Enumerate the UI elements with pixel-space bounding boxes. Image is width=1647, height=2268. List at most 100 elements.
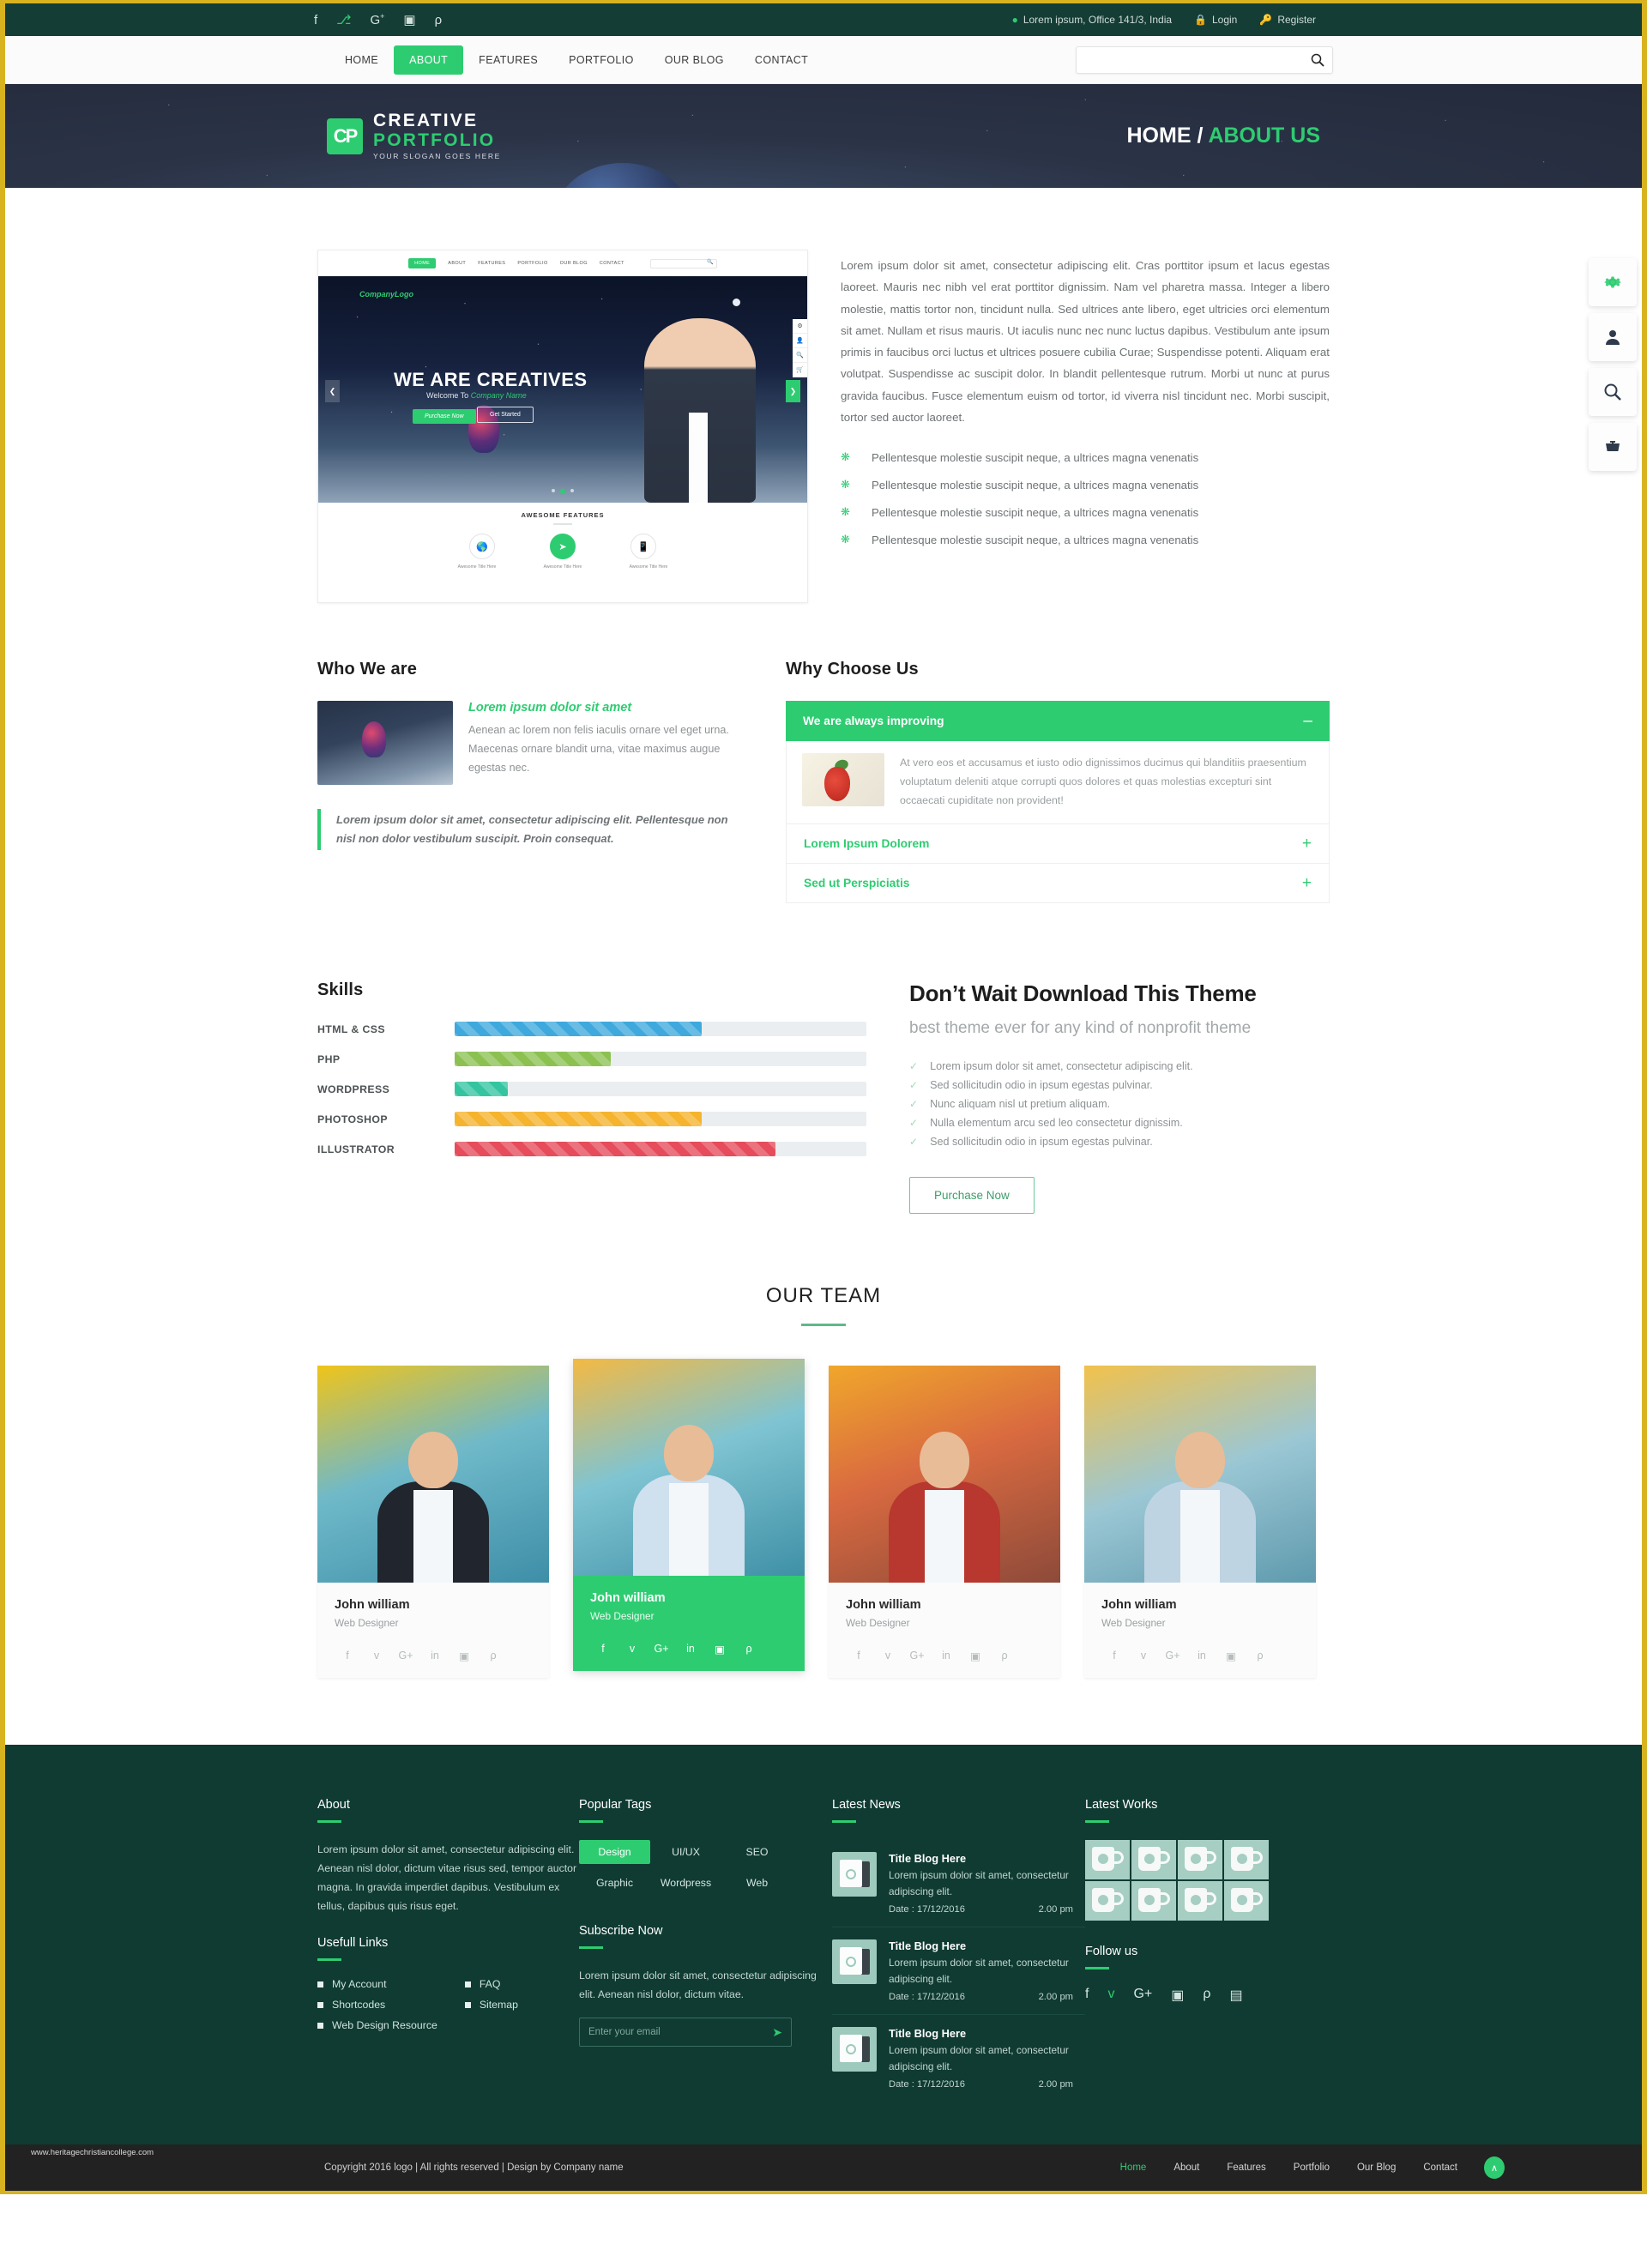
list-item[interactable]: Title Blog Here Lorem ipsum dolor sit am… xyxy=(832,2015,1085,2102)
accordion-header-open[interactable]: We are always improving – xyxy=(786,701,1330,741)
work-thumbnail[interactable] xyxy=(1224,1840,1269,1879)
pinterest-icon[interactable]: ρ xyxy=(734,1643,763,1656)
bottom-nav-home[interactable]: Home xyxy=(1120,2162,1147,2173)
team-card[interactable]: John william Web Designer f ᴠ G+ in ▣ ρ xyxy=(1084,1366,1316,1678)
bottom-nav-portfolio[interactable]: Portfolio xyxy=(1294,2162,1330,2173)
twitter-icon[interactable]: ᴠ xyxy=(362,1650,391,1662)
tag-graphic[interactable]: Graphic xyxy=(579,1871,650,1895)
team-card[interactable]: John william Web Designer f ᴠ G+ in ▣ ρ xyxy=(317,1366,549,1678)
team-card[interactable]: John william Web Designer f ᴠ G+ in ▣ ρ xyxy=(829,1366,1060,1678)
facebook-icon[interactable]: f xyxy=(1085,1987,1089,2004)
google-plus-icon[interactable]: G+ xyxy=(391,1650,420,1662)
mug-handle-icon xyxy=(1205,1851,1216,1864)
purchase-now-button[interactable]: Purchase Now xyxy=(909,1177,1035,1214)
list-item[interactable]: Web Design Resource xyxy=(317,2019,437,2031)
instagram-icon[interactable]: ▣ xyxy=(961,1650,990,1662)
tag-design[interactable]: Design xyxy=(579,1840,650,1864)
breadcrumb-home[interactable]: HOME xyxy=(1127,124,1192,148)
scroll-to-top-button[interactable]: ∧ xyxy=(1484,2156,1505,2179)
pinterest-icon[interactable]: ρ xyxy=(435,14,443,27)
work-thumbnail[interactable] xyxy=(1131,1840,1176,1879)
work-thumbnail[interactable] xyxy=(1131,1881,1176,1921)
team-member-info: John william Web Designer xyxy=(317,1583,549,1641)
skills-theme-section: Skills HTML & CSS PHP WORDPRESS PHOTOSHO… xyxy=(317,903,1330,1214)
basket-icon[interactable] xyxy=(1589,423,1637,471)
accordion-header-lorem[interactable]: Lorem Ipsum Dolorem + xyxy=(786,824,1330,864)
google-plus-icon[interactable]: G+ xyxy=(1133,1987,1152,2004)
pinterest-icon[interactable]: ρ xyxy=(990,1650,1019,1662)
news-time: 2.00 pm xyxy=(1038,2079,1073,2090)
list-item[interactable]: My Account xyxy=(317,1978,437,1990)
accordion-header-sed[interactable]: Sed ut Perspiciatis + xyxy=(786,864,1330,903)
email-field[interactable] xyxy=(588,2027,773,2037)
register-link[interactable]: 🔑 Register xyxy=(1259,14,1316,26)
tag-uiux[interactable]: UI/UX xyxy=(650,1840,721,1864)
list-item[interactable]: Title Blog Here Lorem ipsum dolor sit am… xyxy=(832,1927,1085,2015)
who-we-are-column: Who We are Lorem ipsum dolor sit amet Ae… xyxy=(317,660,746,903)
twitter-icon[interactable]: ᴠ xyxy=(1107,1987,1114,2004)
work-thumbnail[interactable] xyxy=(1224,1881,1269,1921)
twitter-icon[interactable]: ⎇ xyxy=(336,14,351,27)
tag-web[interactable]: Web xyxy=(721,1871,793,1895)
check-icon: ✓ xyxy=(909,1079,919,1091)
nav-item-about[interactable]: ABOUT xyxy=(394,45,464,75)
bottom-nav-contact[interactable]: Contact xyxy=(1423,2162,1457,2173)
pinterest-icon[interactable]: ρ xyxy=(1203,1987,1210,2004)
linkedin-icon[interactable]: in xyxy=(1187,1650,1216,1662)
search-icon[interactable] xyxy=(1589,368,1637,416)
search-input[interactable] xyxy=(1077,46,1303,73)
nav-item-our-blog[interactable]: OUR BLOG xyxy=(649,45,739,75)
twitter-icon[interactable]: ᴠ xyxy=(873,1650,902,1662)
nav-item-portfolio[interactable]: PORTFOLIO xyxy=(553,45,649,75)
login-link[interactable]: 🔒 Login xyxy=(1194,14,1237,26)
pinterest-icon[interactable]: ρ xyxy=(479,1650,508,1662)
instagram-icon[interactable]: ▣ xyxy=(449,1650,479,1662)
linkedin-icon[interactable]: in xyxy=(676,1643,705,1656)
twitter-icon[interactable]: ᴠ xyxy=(1129,1650,1158,1662)
page-root: f ⎇ G+ ▣ ρ ● Lorem ipsum, Office 141/3, … xyxy=(0,0,1647,2194)
twitter-icon[interactable]: ᴠ xyxy=(618,1643,647,1656)
instagram-icon[interactable]: ▣ xyxy=(1171,1987,1184,2004)
list-item[interactable]: FAQ xyxy=(464,1978,518,1990)
linkedin-icon[interactable]: in xyxy=(420,1650,449,1662)
mug-logo-icon xyxy=(1144,1854,1155,1864)
list-item[interactable]: Sitemap xyxy=(464,1999,518,2011)
mug-handle-icon xyxy=(1205,1892,1216,1905)
facebook-icon[interactable]: f xyxy=(1100,1650,1129,1662)
user-icon[interactable] xyxy=(1589,313,1637,361)
google-plus-icon[interactable]: G+ xyxy=(647,1643,676,1656)
nav-item-features[interactable]: FEATURES xyxy=(463,45,553,75)
instagram-icon[interactable]: ▣ xyxy=(705,1643,734,1656)
team-card[interactable]: John william Web Designer f ᴠ G+ in ▣ ρ xyxy=(573,1359,805,1671)
work-thumbnail[interactable] xyxy=(1085,1881,1130,1921)
bottom-nav-our-blog[interactable]: Our Blog xyxy=(1357,2162,1396,2173)
list-item[interactable]: Title Blog Here Lorem ipsum dolor sit am… xyxy=(832,1840,1085,1927)
google-plus-icon[interactable]: G+ xyxy=(902,1650,932,1662)
nav-item-contact[interactable]: CONTACT xyxy=(739,45,824,75)
work-thumbnail[interactable] xyxy=(1178,1840,1222,1879)
google-plus-icon[interactable]: G+ xyxy=(1158,1650,1187,1662)
pinterest-icon[interactable]: ρ xyxy=(1246,1650,1275,1662)
site-logo[interactable]: CP CREATIVE PORTFOLIO YOUR SLOGAN GOES H… xyxy=(327,112,501,160)
search-icon[interactable] xyxy=(1303,53,1332,67)
bottom-nav-features[interactable]: Features xyxy=(1227,2162,1265,2173)
google-plus-icon[interactable]: G+ xyxy=(370,13,384,27)
tag-seo[interactable]: SEO xyxy=(721,1840,793,1864)
rss-icon[interactable]: ▤ xyxy=(1229,1987,1242,2004)
work-thumbnail[interactable] xyxy=(1085,1840,1130,1879)
send-icon[interactable]: ➤ xyxy=(772,2025,782,2040)
footer-title-underline xyxy=(579,1946,603,1949)
nav-item-home[interactable]: HOME xyxy=(329,45,394,75)
facebook-icon[interactable]: f xyxy=(588,1643,618,1656)
instagram-icon[interactable]: ▣ xyxy=(403,14,415,27)
list-item[interactable]: Shortcodes xyxy=(317,1999,437,2011)
facebook-icon[interactable]: f xyxy=(844,1650,873,1662)
gear-icon[interactable] xyxy=(1589,258,1637,306)
facebook-icon[interactable]: f xyxy=(314,14,317,27)
tag-wordpress[interactable]: Wordpress xyxy=(650,1871,721,1895)
work-thumbnail[interactable] xyxy=(1178,1881,1222,1921)
facebook-icon[interactable]: f xyxy=(333,1650,362,1662)
instagram-icon[interactable]: ▣ xyxy=(1216,1650,1246,1662)
linkedin-icon[interactable]: in xyxy=(932,1650,961,1662)
bottom-nav-about[interactable]: About xyxy=(1173,2162,1199,2173)
